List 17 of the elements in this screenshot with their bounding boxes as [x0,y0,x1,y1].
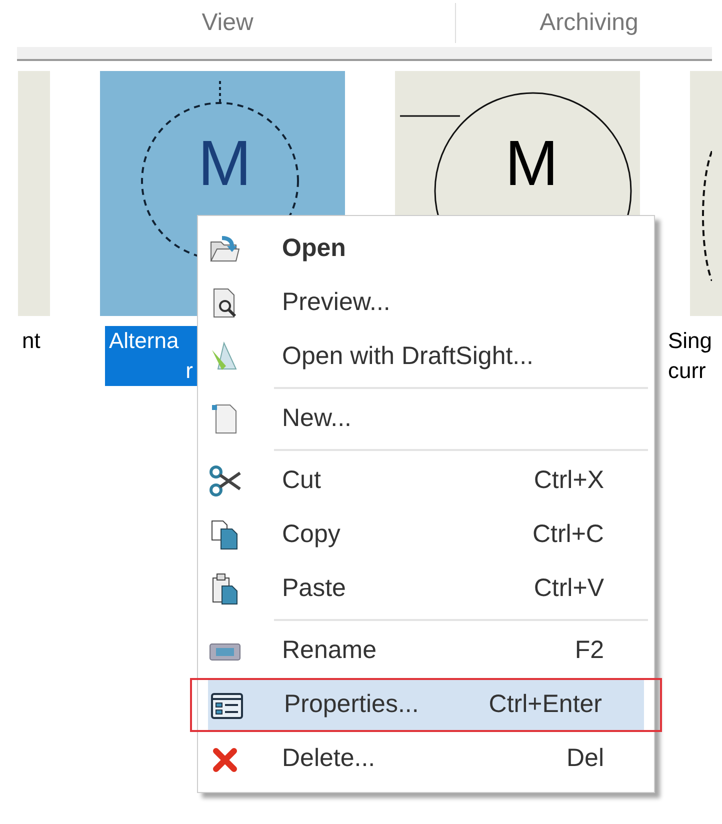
thumbnail-label[interactable]: Sing curr [664,326,716,386]
thumbnail-label[interactable]: Alterna r [105,326,197,386]
menu-item[interactable]: New... [204,392,648,446]
menu-item[interactable]: Cut Ctrl+X [204,454,648,508]
menu-item[interactable]: Open with DraftSight... [204,330,648,384]
menu-item[interactable]: Copy Ctrl+C [204,508,648,562]
ribbon-group-label: Archiving [538,8,640,38]
motor-letter: M [505,131,558,195]
motor-letter: M [198,131,252,195]
menu-item[interactable]: Paste Ctrl+V [204,562,648,616]
menu-item[interactable]: Rename F2 [204,624,648,678]
menu-item[interactable]: Delete... Del [204,732,648,786]
menu-item[interactable]: Properties... Ctrl+Enter [190,678,662,732]
ribbon-group-label: View [200,8,254,38]
thumbnail-label[interactable]: nt [18,326,44,356]
symbol-thumbnail[interactable] [18,71,50,316]
scissors-icon [208,464,242,498]
